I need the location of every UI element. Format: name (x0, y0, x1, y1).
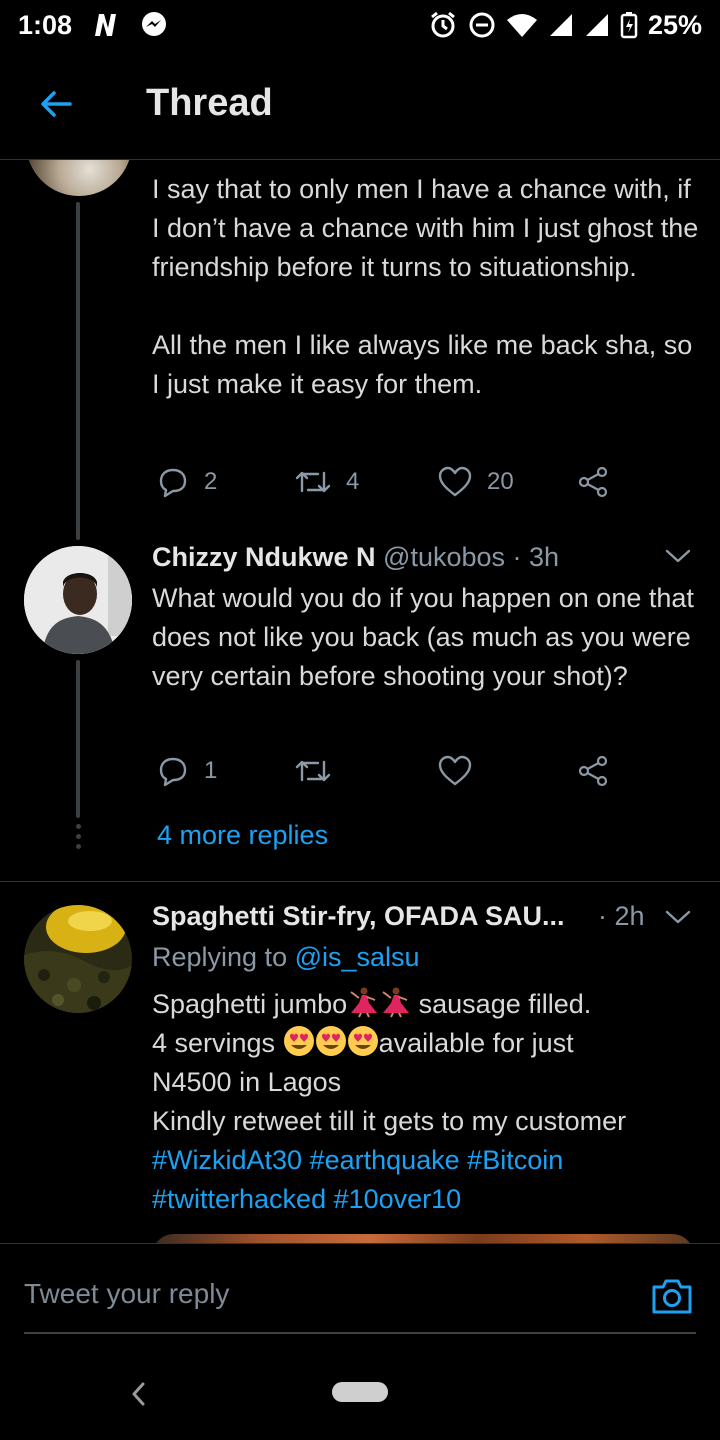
share-button[interactable] (576, 754, 610, 788)
reply-count: 2 (204, 468, 218, 495)
hashtags[interactable]: #WizkidAt30 #earthquake #Bitcoin (152, 1141, 702, 1180)
avatar-image (24, 546, 132, 654)
netflix-icon (92, 12, 120, 38)
tweet-menu-button[interactable] (664, 907, 692, 932)
like-button[interactable]: 20 (437, 465, 514, 499)
alarm-icon (428, 10, 458, 40)
tweet-line: N4500 in Lagos (152, 1067, 342, 1097)
page-title: Thread (146, 82, 273, 124)
back-arrow-icon (41, 91, 72, 117)
messenger-icon (140, 11, 168, 39)
replying-to: Replying to @is_salsu (152, 942, 420, 973)
tweet-actions: 1 (152, 754, 622, 794)
author-handle[interactable]: @tukobos (383, 542, 505, 572)
chevron-down-icon (665, 549, 691, 563)
tweet-line: Spaghetti jumbo sausage filled. (152, 985, 702, 1024)
avatar-image (24, 905, 132, 1013)
tweet-line: 4 servings available for just (152, 1024, 702, 1063)
heart-eyes-emoji-icon (315, 1025, 347, 1057)
battery-icon (620, 11, 638, 39)
retweet-icon (295, 471, 331, 493)
like-icon (438, 466, 472, 497)
system-home-pill[interactable] (332, 1382, 388, 1402)
dancer-emoji-icon (379, 986, 411, 1018)
system-back-button[interactable] (126, 1378, 150, 1415)
share-icon (578, 755, 608, 787)
retweet-icon (295, 760, 331, 782)
heart-eyes-emoji-icon (283, 1025, 315, 1057)
reply-icon (159, 757, 187, 787)
system-nav-bar (0, 1350, 720, 1440)
retweet-count: 4 (346, 468, 360, 495)
hashtags[interactable]: #twitterhacked #10over10 (152, 1180, 702, 1219)
tweet-text: I say that to only men I have a chance w… (152, 170, 702, 404)
tweet-media[interactable] (152, 1234, 694, 1243)
camera-icon (652, 1279, 692, 1314)
status-bar: 1:08 25% (0, 0, 720, 50)
camera-button[interactable] (650, 1276, 694, 1321)
tweet-meta: Spaghetti Stir-fry, OFADA SAU... (152, 901, 565, 932)
reply-button[interactable]: 1 (156, 754, 217, 788)
tweet-actions: 2 4 20 (152, 465, 622, 505)
thread-content[interactable]: I say that to only men I have a chance w… (0, 160, 720, 1243)
signal-icon (584, 12, 610, 38)
tweet-meta: Chizzy Ndukwe N @tukobos · 3h (152, 542, 559, 573)
divider (0, 881, 720, 882)
author-name[interactable]: Chizzy Ndukwe N (152, 542, 376, 572)
tweet-time-wrap: · 2h (598, 901, 645, 932)
retweet-button[interactable] (294, 754, 332, 788)
reply-input[interactable] (24, 1278, 624, 1310)
tweet-text: What would you do if you happen on one t… (152, 583, 694, 691)
share-icon (578, 466, 608, 498)
tweet-text: Spaghetti jumbo sausage filled. 4 servin… (152, 985, 702, 1219)
tweet-time: · 2h (598, 901, 645, 931)
reply-bar (0, 1243, 720, 1350)
avatar[interactable] (24, 905, 132, 1013)
more-replies-dots (73, 824, 83, 849)
like-button[interactable] (437, 754, 473, 788)
wifi-icon (506, 12, 538, 38)
retweet-button[interactable]: 4 (294, 465, 359, 499)
tweet-paragraph: I say that to only men I have a chance w… (152, 174, 699, 282)
heart-eyes-emoji-icon (347, 1025, 379, 1057)
thread-line (76, 660, 80, 818)
share-button[interactable] (576, 465, 610, 499)
chevron-left-icon (132, 1382, 145, 1406)
top-bar: Thread (0, 50, 720, 160)
author-name[interactable]: Spaghetti Stir-fry, OFADA SAU... (152, 901, 565, 931)
tweet-time: · 3h (512, 542, 560, 572)
avatar[interactable] (24, 546, 132, 654)
tweet-line: Kindly retweet till it gets to my custom… (152, 1106, 627, 1136)
like-icon (438, 755, 472, 786)
chevron-down-icon (665, 910, 691, 924)
reply-icon (159, 468, 187, 498)
back-button[interactable] (32, 80, 80, 128)
status-time: 1:08 (18, 9, 73, 40)
signal-icon (548, 12, 574, 38)
replying-handle[interactable]: @is_salsu (295, 942, 420, 972)
avatar[interactable] (26, 160, 132, 196)
reply-underline (24, 1332, 696, 1334)
thread-line (76, 202, 80, 540)
like-count: 20 (487, 468, 514, 495)
replying-prefix: Replying to (152, 942, 295, 972)
do-not-disturb-icon (468, 11, 496, 39)
tweet-menu-button[interactable] (664, 546, 692, 571)
reply-count: 1 (204, 757, 218, 784)
battery-percent: 25% (647, 9, 702, 40)
reply-button[interactable]: 2 (156, 465, 217, 499)
more-replies-link[interactable]: 4 more replies (157, 820, 328, 851)
dancer-emoji-icon (347, 986, 379, 1018)
tweet-paragraph: All the men I like always like me back s… (152, 330, 693, 399)
